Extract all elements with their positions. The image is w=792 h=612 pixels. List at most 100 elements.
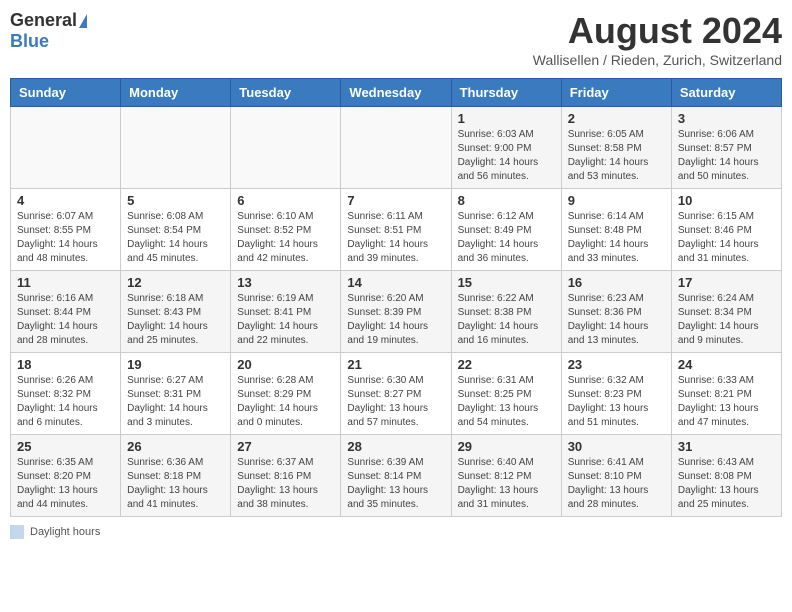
calendar-cell: 10 Sunrise: 6:15 AM Sunset: 8:46 PM Dayli… bbox=[671, 189, 781, 271]
calendar-week-row: 11Sunrise: 6:16 AM Sunset: 8:44 PM Dayli… bbox=[11, 271, 782, 353]
day-number: 30 bbox=[568, 439, 665, 454]
calendar-cell: 6 Sunrise: 6:10 AM Sunset: 8:52 PM Daylig… bbox=[231, 189, 341, 271]
day-info: Sunrise: 6:08 AM Sunset: 8:54 PM Dayligh… bbox=[127, 210, 224, 266]
day-info: Sunrise: 6:03 AM Sunset: 9:00 PM Dayligh… bbox=[458, 128, 555, 184]
day-info: Sunrise: 6:32 AM Sunset: 8:23 PM Dayligh… bbox=[568, 374, 665, 430]
day-number: 2 bbox=[568, 111, 665, 126]
day-number: 8 bbox=[458, 193, 555, 208]
day-info: Sunrise: 6:33 AM Sunset: 8:21 PM Dayligh… bbox=[678, 374, 775, 430]
calendar-cell: 1 Sunrise: 6:03 AM Sunset: 9:00 PM Daylig… bbox=[451, 107, 561, 189]
calendar-cell: 4 Sunrise: 6:07 AM Sunset: 8:55 PM Daylig… bbox=[11, 189, 121, 271]
day-number: 13 bbox=[237, 275, 334, 290]
day-info: Sunrise: 6:23 AM Sunset: 8:36 PM Dayligh… bbox=[568, 292, 665, 348]
calendar-cell: 8Sunrise: 6:12 AM Sunset: 8:49 PM Daylig… bbox=[451, 189, 561, 271]
day-number: 23 bbox=[568, 357, 665, 372]
day-info: Sunrise: 6:39 AM Sunset: 8:14 PM Dayligh… bbox=[347, 456, 444, 512]
calendar-cell: 13 Sunrise: 6:19 AM Sunset: 8:41 PM Dayli… bbox=[231, 271, 341, 353]
calendar-cell: 11Sunrise: 6:16 AM Sunset: 8:44 PM Dayli… bbox=[11, 271, 121, 353]
day-info: Sunrise: 6:07 AM Sunset: 8:55 PM Dayligh… bbox=[17, 210, 114, 266]
calendar-cell: 29 Sunrise: 6:40 AM Sunset: 8:12 PM Dayli… bbox=[451, 435, 561, 517]
day-number: 4 bbox=[17, 193, 114, 208]
calendar-cell: 19 Sunrise: 6:27 AM Sunset: 8:31 PM Dayli… bbox=[121, 353, 231, 435]
day-info: Sunrise: 6:35 AM Sunset: 8:20 PM Dayligh… bbox=[17, 456, 114, 512]
day-number: 1 bbox=[458, 111, 555, 126]
day-info: Sunrise: 6:15 AM Sunset: 8:46 PM Dayligh… bbox=[678, 210, 775, 266]
page-header: General Blue August 2024 Wallisellen / R… bbox=[10, 10, 782, 68]
day-header-row: SundayMondayTuesdayWednesdayThursdayFrid… bbox=[11, 79, 782, 107]
day-info: Sunrise: 6:20 AM Sunset: 8:39 PM Dayligh… bbox=[347, 292, 444, 348]
day-number: 6 bbox=[237, 193, 334, 208]
day-number: 25 bbox=[17, 439, 114, 454]
day-of-week-header: Friday bbox=[561, 79, 671, 107]
calendar-body: 1 Sunrise: 6:03 AM Sunset: 9:00 PM Daylig… bbox=[11, 107, 782, 517]
day-info: Sunrise: 6:27 AM Sunset: 8:31 PM Dayligh… bbox=[127, 374, 224, 430]
calendar-cell: 28 Sunrise: 6:39 AM Sunset: 8:14 PM Dayli… bbox=[341, 435, 451, 517]
calendar-week-row: 18 Sunrise: 6:26 AM Sunset: 8:32 PM Dayli… bbox=[11, 353, 782, 435]
day-info: Sunrise: 6:16 AM Sunset: 8:44 PM Dayligh… bbox=[17, 292, 114, 348]
calendar-cell bbox=[11, 107, 121, 189]
calendar-cell bbox=[341, 107, 451, 189]
calendar-cell: 30 Sunrise: 6:41 AM Sunset: 8:10 PM Dayli… bbox=[561, 435, 671, 517]
calendar-cell: 25 Sunrise: 6:35 AM Sunset: 8:20 PM Dayli… bbox=[11, 435, 121, 517]
day-number: 5 bbox=[127, 193, 224, 208]
calendar-cell: 14Sunrise: 6:20 AM Sunset: 8:39 PM Dayli… bbox=[341, 271, 451, 353]
day-info: Sunrise: 6:37 AM Sunset: 8:16 PM Dayligh… bbox=[237, 456, 334, 512]
day-of-week-header: Monday bbox=[121, 79, 231, 107]
day-info: Sunrise: 6:05 AM Sunset: 8:58 PM Dayligh… bbox=[568, 128, 665, 184]
calendar-cell: 18 Sunrise: 6:26 AM Sunset: 8:32 PM Dayli… bbox=[11, 353, 121, 435]
day-info: Sunrise: 6:40 AM Sunset: 8:12 PM Dayligh… bbox=[458, 456, 555, 512]
logo-triangle-icon bbox=[79, 14, 87, 28]
day-number: 27 bbox=[237, 439, 334, 454]
calendar-cell: 24Sunrise: 6:33 AM Sunset: 8:21 PM Dayli… bbox=[671, 353, 781, 435]
day-number: 16 bbox=[568, 275, 665, 290]
calendar-cell: 12 Sunrise: 6:18 AM Sunset: 8:43 PM Dayli… bbox=[121, 271, 231, 353]
day-info: Sunrise: 6:24 AM Sunset: 8:34 PM Dayligh… bbox=[678, 292, 775, 348]
day-number: 28 bbox=[347, 439, 444, 454]
calendar-cell: 5 Sunrise: 6:08 AM Sunset: 8:54 PM Daylig… bbox=[121, 189, 231, 271]
day-number: 18 bbox=[17, 357, 114, 372]
day-number: 9 bbox=[568, 193, 665, 208]
day-of-week-header: Wednesday bbox=[341, 79, 451, 107]
calendar-cell: 23 Sunrise: 6:32 AM Sunset: 8:23 PM Dayli… bbox=[561, 353, 671, 435]
day-info: Sunrise: 6:22 AM Sunset: 8:38 PM Dayligh… bbox=[458, 292, 555, 348]
day-number: 29 bbox=[458, 439, 555, 454]
calendar-cell: 2 Sunrise: 6:05 AM Sunset: 8:58 PM Daylig… bbox=[561, 107, 671, 189]
day-info: Sunrise: 6:30 AM Sunset: 8:27 PM Dayligh… bbox=[347, 374, 444, 430]
calendar-cell: 22 Sunrise: 6:31 AM Sunset: 8:25 PM Dayli… bbox=[451, 353, 561, 435]
logo: General Blue bbox=[10, 10, 87, 52]
calendar-cell: 9 Sunrise: 6:14 AM Sunset: 8:48 PM Daylig… bbox=[561, 189, 671, 271]
day-number: 22 bbox=[458, 357, 555, 372]
calendar-table: SundayMondayTuesdayWednesdayThursdayFrid… bbox=[10, 78, 782, 517]
day-number: 12 bbox=[127, 275, 224, 290]
calendar-cell: 3Sunrise: 6:06 AM Sunset: 8:57 PM Daylig… bbox=[671, 107, 781, 189]
calendar-cell: 15 Sunrise: 6:22 AM Sunset: 8:38 PM Dayli… bbox=[451, 271, 561, 353]
calendar-cell: 26Sunrise: 6:36 AM Sunset: 8:18 PM Dayli… bbox=[121, 435, 231, 517]
calendar-cell: 27 Sunrise: 6:37 AM Sunset: 8:16 PM Dayli… bbox=[231, 435, 341, 517]
day-number: 10 bbox=[678, 193, 775, 208]
day-of-week-header: Tuesday bbox=[231, 79, 341, 107]
location-text: Wallisellen / Rieden, Zurich, Switzerlan… bbox=[533, 52, 782, 68]
day-info: Sunrise: 6:31 AM Sunset: 8:25 PM Dayligh… bbox=[458, 374, 555, 430]
footer-label: Daylight hours bbox=[30, 526, 100, 538]
day-number: 3 bbox=[678, 111, 775, 126]
day-info: Sunrise: 6:18 AM Sunset: 8:43 PM Dayligh… bbox=[127, 292, 224, 348]
calendar-cell: 16 Sunrise: 6:23 AM Sunset: 8:36 PM Dayli… bbox=[561, 271, 671, 353]
daylight-box-icon bbox=[10, 525, 24, 539]
calendar-cell bbox=[121, 107, 231, 189]
month-title: August 2024 bbox=[533, 10, 782, 52]
day-info: Sunrise: 6:10 AM Sunset: 8:52 PM Dayligh… bbox=[237, 210, 334, 266]
day-info: Sunrise: 6:41 AM Sunset: 8:10 PM Dayligh… bbox=[568, 456, 665, 512]
day-info: Sunrise: 6:19 AM Sunset: 8:41 PM Dayligh… bbox=[237, 292, 334, 348]
logo-blue-text: Blue bbox=[10, 31, 49, 52]
calendar-cell: 31Sunrise: 6:43 AM Sunset: 8:08 PM Dayli… bbox=[671, 435, 781, 517]
day-info: Sunrise: 6:26 AM Sunset: 8:32 PM Dayligh… bbox=[17, 374, 114, 430]
day-info: Sunrise: 6:28 AM Sunset: 8:29 PM Dayligh… bbox=[237, 374, 334, 430]
day-info: Sunrise: 6:11 AM Sunset: 8:51 PM Dayligh… bbox=[347, 210, 444, 266]
day-number: 19 bbox=[127, 357, 224, 372]
logo-general-text: General bbox=[10, 10, 77, 31]
day-info: Sunrise: 6:14 AM Sunset: 8:48 PM Dayligh… bbox=[568, 210, 665, 266]
title-area: August 2024 Wallisellen / Rieden, Zurich… bbox=[533, 10, 782, 68]
day-info: Sunrise: 6:36 AM Sunset: 8:18 PM Dayligh… bbox=[127, 456, 224, 512]
day-number: 15 bbox=[458, 275, 555, 290]
calendar-week-row: 1 Sunrise: 6:03 AM Sunset: 9:00 PM Daylig… bbox=[11, 107, 782, 189]
